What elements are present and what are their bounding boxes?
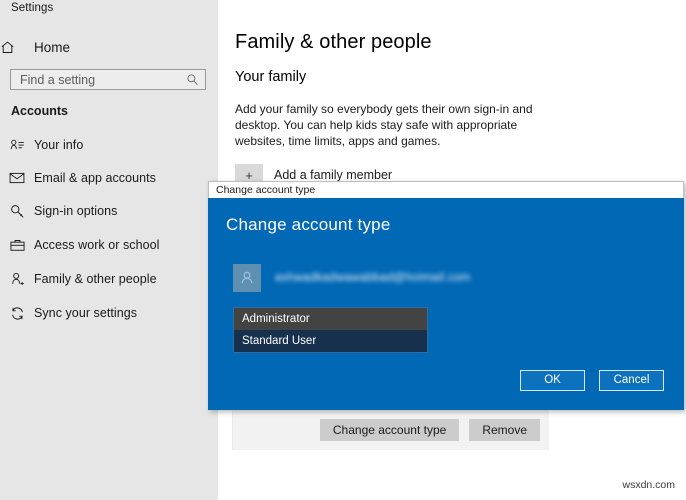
account-actions-panel: Change account type Remove xyxy=(232,410,549,450)
dialog-heading: Change account type xyxy=(226,215,391,234)
sidebar-item-access-work-or-school[interactable]: Access work or school xyxy=(0,231,218,259)
family-description: Add your family so everybody gets their … xyxy=(235,102,533,148)
account-email: ashwadkadwawabbad@hotmail.com xyxy=(275,272,471,284)
sidebar-item-email-app-accounts[interactable]: Email & app accounts xyxy=(0,164,218,192)
briefcase-icon xyxy=(0,238,34,252)
dropdown-option-administrator[interactable]: Administrator xyxy=(234,308,427,330)
search-icon[interactable] xyxy=(180,73,205,86)
home-icon xyxy=(0,40,34,55)
section-heading-your-family: Your family xyxy=(235,69,307,85)
sidebar-section-header: Accounts xyxy=(11,104,68,118)
app-title: Settings xyxy=(11,2,54,14)
sidebar-item-home[interactable]: Home xyxy=(0,34,218,60)
dropdown-option-standard-user[interactable]: Standard User xyxy=(234,330,427,352)
envelope-icon xyxy=(0,172,34,184)
add-a-family-member-label: Add a family member xyxy=(274,168,393,182)
ok-button[interactable]: OK xyxy=(520,370,585,391)
dialog-body: Change account type ashwadkadwawabbad@ho… xyxy=(208,198,684,410)
search-box[interactable] xyxy=(10,69,206,90)
account-row: ashwadkadwawabbad@hotmail.com xyxy=(233,264,471,292)
sidebar-item-your-info[interactable]: Your info xyxy=(0,131,218,159)
person-icon xyxy=(233,264,261,292)
sidebar-item-email-app-accounts-label: Email & app accounts xyxy=(34,171,156,185)
dialog-titlebar[interactable]: Change account type xyxy=(208,181,684,198)
search-input[interactable] xyxy=(11,70,180,89)
watermark: wsxdn.com xyxy=(622,479,675,491)
change-account-type-dialog: Change account type Change account type … xyxy=(208,181,684,410)
account-type-dropdown[interactable]: Administrator Standard User xyxy=(233,307,428,353)
sidebar-item-access-work-or-school-label: Access work or school xyxy=(34,238,160,252)
cancel-button[interactable]: Cancel xyxy=(599,370,664,391)
sidebar-item-sign-in-options-label: Sign-in options xyxy=(34,204,118,218)
sidebar-item-home-label: Home xyxy=(34,39,71,55)
sidebar: Settings Home Accounts xyxy=(0,0,218,500)
person-add-icon xyxy=(0,272,34,287)
change-account-type-button[interactable]: Change account type xyxy=(319,419,460,441)
dialog-buttons: OK Cancel xyxy=(520,370,664,391)
sidebar-item-family-other-people[interactable]: Family & other people xyxy=(0,265,218,293)
remove-button[interactable]: Remove xyxy=(469,419,540,441)
page-title: Family & other people xyxy=(235,31,432,53)
account-actions-buttons: Change account type Remove xyxy=(319,419,540,441)
sidebar-item-sign-in-options[interactable]: Sign-in options xyxy=(0,197,218,225)
sidebar-item-sync-your-settings[interactable]: Sync your settings xyxy=(0,299,218,327)
sidebar-item-sync-your-settings-label: Sync your settings xyxy=(34,306,138,320)
dialog-titlebar-text: Change account type xyxy=(216,184,316,196)
person-card-icon xyxy=(0,138,34,152)
sidebar-item-family-other-people-label: Family & other people xyxy=(34,272,157,286)
sidebar-item-your-info-label: Your info xyxy=(34,138,84,152)
settings-window: Settings Home Accounts xyxy=(0,0,686,500)
sync-icon xyxy=(0,306,34,321)
key-icon xyxy=(0,204,34,219)
